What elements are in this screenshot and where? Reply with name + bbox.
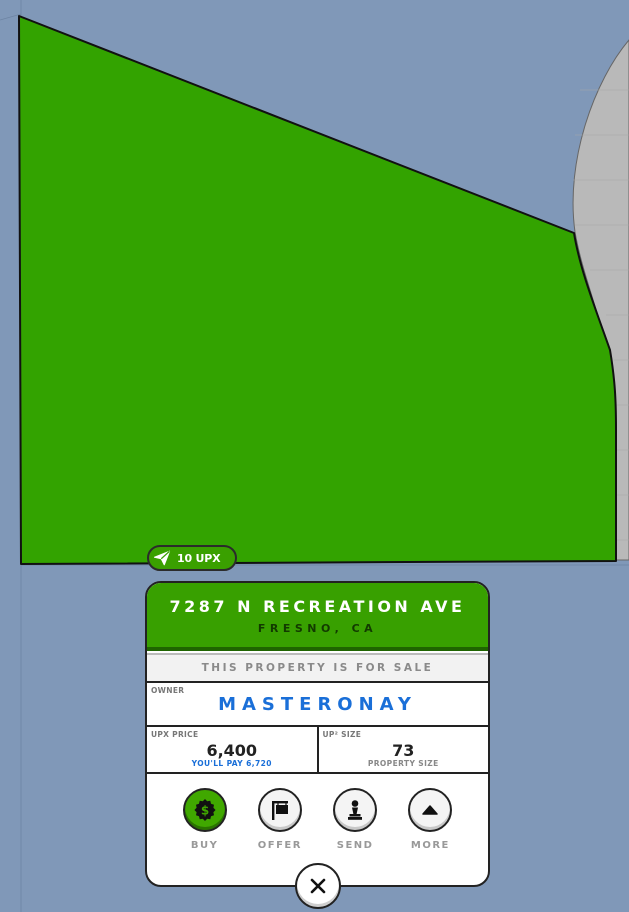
svg-text:$: $ [200,804,208,818]
buy-label: BUY [190,840,219,851]
property-city: FRESNO, CA [257,622,378,635]
for-sale-sign-icon [271,801,288,820]
chevron-up-icon [422,805,439,815]
offer-label: OFFER [257,840,302,851]
price-label: UPX PRICE [151,730,199,739]
price-value: 6,400 [206,741,258,760]
size-label: UP² SIZE [322,730,362,739]
offer-button-circle[interactable] [257,788,302,832]
card-header: 7287 N RECREATION AVE FRESNO, CA [147,583,488,651]
price-with-fee: YOU'LL PAY 6,720 [191,759,272,768]
sale-status-banner: THIS PROPERTY IS FOR SALE [147,653,488,683]
dollar-badge-icon: $ [194,799,216,821]
send-button-circle[interactable] [333,788,378,832]
property-address: 7287 N RECREATION AVE [169,597,466,616]
paper-plane-icon [153,550,171,566]
size-value: 73 [392,741,415,760]
send-label: SEND [336,840,374,851]
owner-section: OWNER MASTERONAY [147,683,488,727]
close-icon [310,878,326,894]
send-upx-badge[interactable]: 10 UPX [147,545,237,571]
more-button[interactable]: MORE [400,788,460,851]
action-bar: $ BUY OFFER SEND MORE [147,774,488,851]
selected-parcel[interactable] [18,15,617,565]
size-caption: PROPERTY SIZE [367,759,439,768]
send-button[interactable]: SEND [325,788,385,851]
buy-button-circle[interactable]: $ [182,788,227,832]
property-card: 7287 N RECREATION AVE FRESNO, CA THIS PR… [145,581,490,887]
more-label: MORE [410,840,450,851]
owner-name-link[interactable]: MASTERONAY [147,694,488,715]
price-stat: UPX PRICE 6,400 YOU'LL PAY 6,720 [147,727,317,772]
chess-pawn-icon [348,800,363,820]
stats-row: UPX PRICE 6,400 YOU'LL PAY 6,720 UP² SIZ… [147,727,488,774]
offer-button[interactable]: OFFER [250,788,310,851]
more-button-circle[interactable] [408,788,453,832]
close-button[interactable] [295,863,341,909]
size-stat: UP² SIZE 73 PROPERTY SIZE [316,727,489,772]
buy-button[interactable]: $ BUY [175,788,235,851]
send-badge-label: 10 UPX [177,551,221,565]
